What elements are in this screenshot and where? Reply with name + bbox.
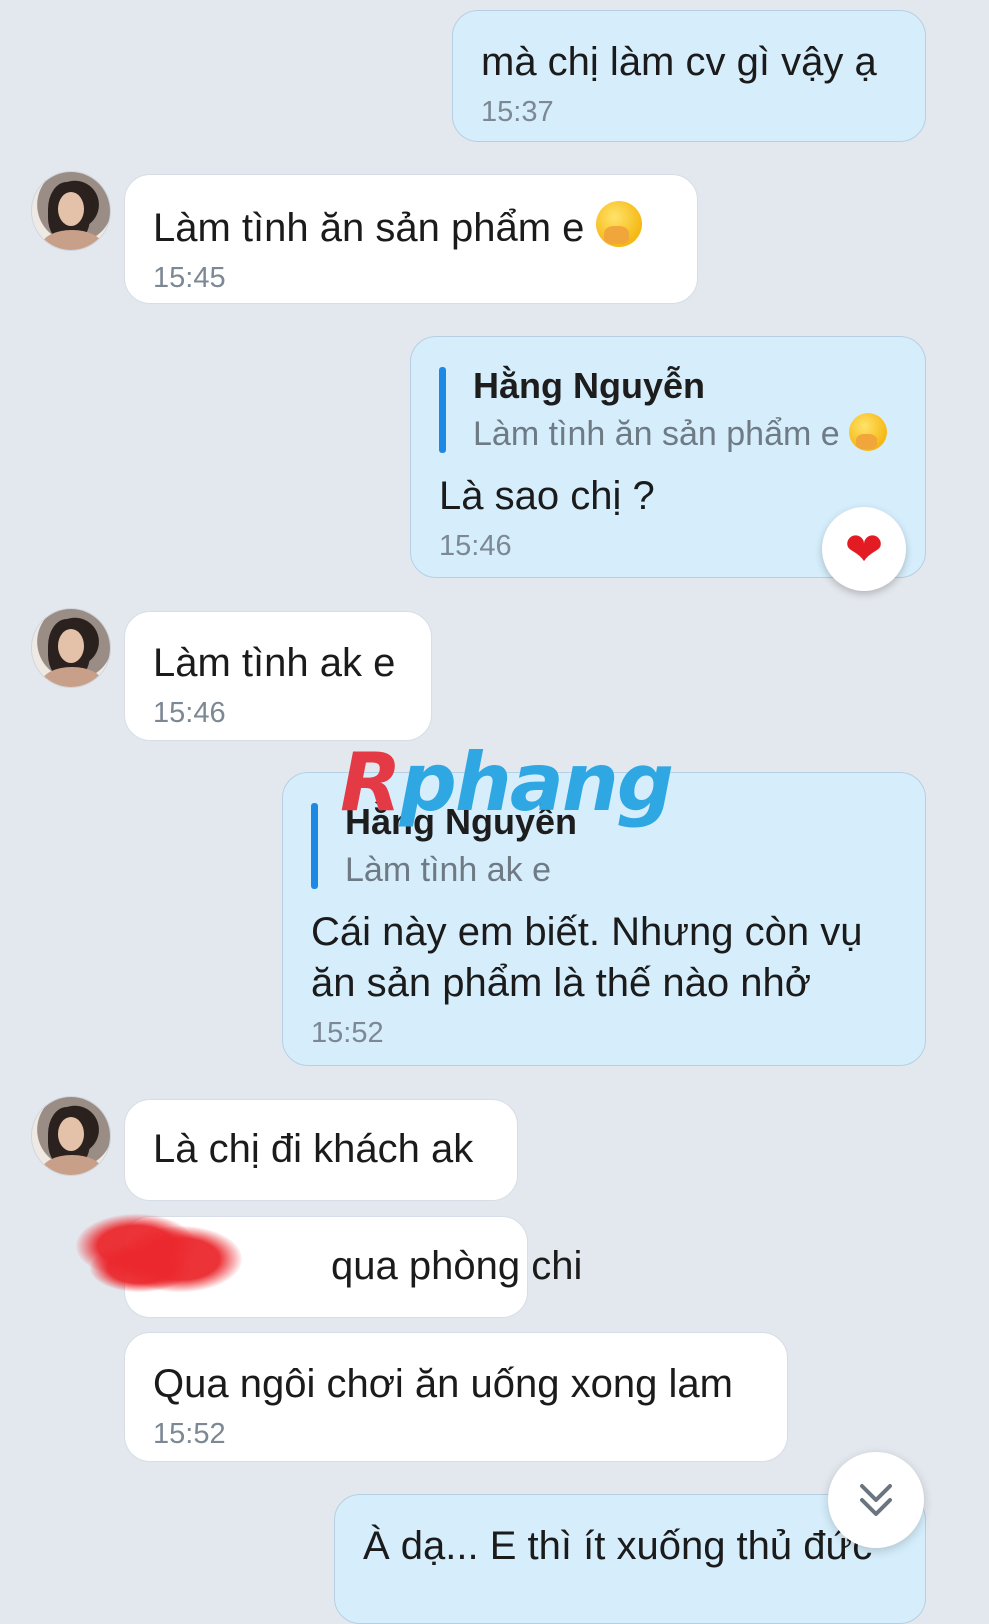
message-time: 15:37 bbox=[481, 96, 554, 128]
reply-quote-text: Làm tình ak e bbox=[345, 851, 552, 889]
message-bubble-outgoing[interactable]: mà chị làm cv gì vậy ạ 15:37 bbox=[452, 10, 926, 142]
avatar[interactable] bbox=[32, 172, 110, 250]
reply-quote[interactable]: Hằng Nguyễn Làm tình ak e bbox=[311, 799, 897, 893]
message-text: Cái này em biết. Nhưng còn vụ ăn sản phẩ… bbox=[311, 910, 863, 1005]
reply-quote[interactable]: Hằng Nguyễn Làm tình ăn sản phẩm e bbox=[439, 363, 897, 457]
avatar[interactable] bbox=[32, 1097, 110, 1175]
message-time: 15:52 bbox=[311, 1017, 384, 1049]
hand-over-mouth-emoji-icon bbox=[849, 413, 888, 451]
reply-quote-name: Hằng Nguyễn bbox=[473, 365, 706, 406]
message-bubble-incoming[interactable]: Qua ngôi chơi ăn uống xong lam 15:52 bbox=[124, 1332, 788, 1462]
message-time: 15:46 bbox=[153, 697, 226, 729]
hand-over-mouth-emoji-icon bbox=[595, 201, 642, 247]
message-text: Qua ngôi chơi ăn uống xong lam bbox=[153, 1362, 733, 1406]
message-text: Là sao chị ? bbox=[439, 474, 655, 518]
reply-quote-name: Hằng Nguyễn bbox=[345, 801, 578, 842]
message-bubble-incoming[interactable]: Là chị đi khách ak bbox=[124, 1099, 518, 1201]
message-text: À dạ... E thì ít xuống thủ đức bbox=[363, 1524, 873, 1568]
message-text: Làm tình ăn sản phẩm e bbox=[153, 206, 585, 250]
message-bubble-incoming[interactable]: Làm tình ăn sản phẩm e 15:45 bbox=[124, 174, 698, 304]
scroll-to-bottom-button[interactable] bbox=[828, 1452, 924, 1548]
heart-reaction-icon[interactable]: ❤ bbox=[822, 507, 906, 591]
message-text: qua phòng chi bbox=[331, 1244, 583, 1288]
message-bubble-incoming[interactable]: Làm tình ak e 15:46 bbox=[124, 611, 432, 741]
message-text: Làm tình ak e bbox=[153, 641, 396, 685]
message-text: mà chị làm cv gì vậy ạ bbox=[481, 40, 877, 84]
double-chevron-down-icon bbox=[860, 1484, 892, 1516]
message-text: Là chị đi khách ak bbox=[153, 1127, 474, 1171]
reply-quote-text: Làm tình ăn sản phẩm e bbox=[473, 415, 840, 453]
message-time: 15:45 bbox=[153, 262, 226, 294]
message-time: 15:52 bbox=[153, 1418, 226, 1450]
avatar[interactable] bbox=[32, 609, 110, 687]
message-bubble-outgoing-reply[interactable]: Hằng Nguyễn Làm tình ak e Cái này em biế… bbox=[282, 772, 926, 1066]
